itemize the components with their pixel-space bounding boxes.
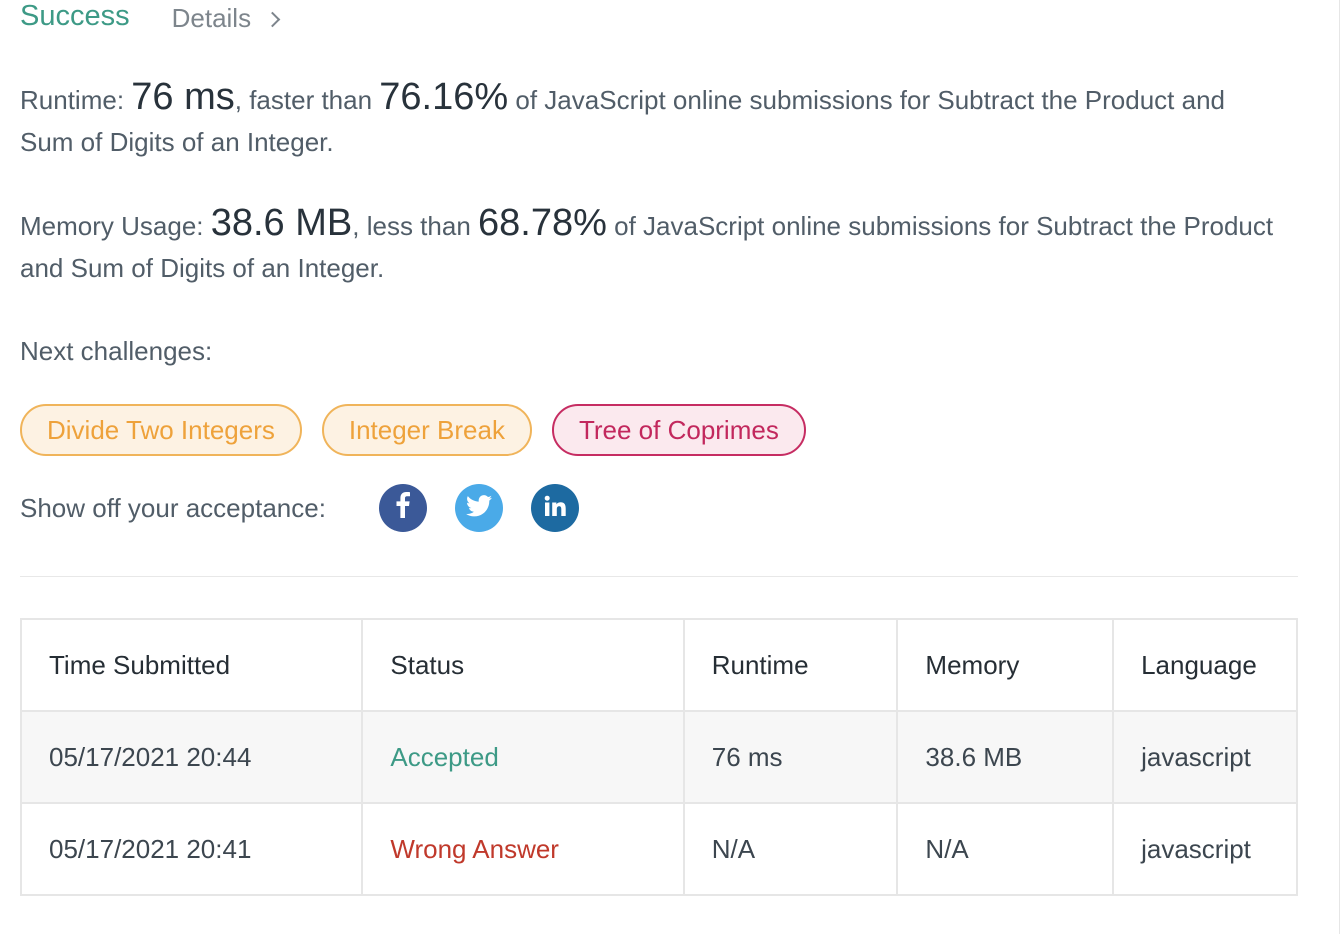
challenge-chip-tree-of-coprimes[interactable]: Tree of Coprimes [551, 404, 806, 456]
column-header-status: Status [361, 618, 685, 712]
challenge-chip-integer-break[interactable]: Integer Break [321, 404, 532, 456]
runtime-percent: 76.16% [379, 76, 509, 118]
cell-status-link[interactable]: Accepted [361, 710, 685, 804]
challenge-chip-divide-two-integers[interactable]: Divide Two Integers [20, 404, 302, 456]
runtime-comparison: , faster than [234, 85, 380, 115]
cell-language: javascript [1112, 710, 1298, 804]
cell-time-submitted: 05/17/2021 20:41 [19, 802, 364, 896]
column-header-memory: Memory [896, 618, 1115, 712]
runtime-stat: Runtime: 76 ms, faster than 76.16% of Ja… [20, 76, 1280, 163]
table-row: 05/17/2021 20:41 Wrong Answer N/A N/A ja… [19, 802, 1298, 896]
facebook-icon [396, 491, 410, 525]
result-status-title: Success [20, 0, 130, 32]
runtime-value: 76 ms [131, 76, 235, 118]
table-row: 05/17/2021 20:44 Accepted 76 ms 38.6 MB … [19, 710, 1298, 804]
chevron-right-icon [264, 11, 281, 27]
cell-runtime: 76 ms [682, 710, 899, 804]
column-header-time-submitted: Time Submitted [19, 618, 364, 712]
twitter-icon [465, 493, 492, 524]
twitter-share-button[interactable] [454, 484, 503, 532]
cell-status-link[interactable]: Wrong Answer [361, 802, 685, 896]
table-header-row: Time Submitted Status Runtime Memory Lan… [19, 618, 1298, 712]
result-header: Success Details [20, 0, 281, 36]
scroll-edge-divider [1339, 0, 1340, 934]
runtime-label: Runtime: [20, 85, 132, 115]
facebook-share-button[interactable] [378, 484, 427, 532]
cell-memory: 38.6 MB [896, 710, 1115, 804]
memory-label: Memory Usage: [20, 211, 211, 241]
column-header-runtime: Runtime [682, 618, 899, 712]
cell-time-submitted: 05/17/2021 20:44 [19, 710, 364, 804]
submission-result-page: Success Details Runtime: 76 ms, faster t… [0, 0, 1342, 934]
column-header-language: Language [1112, 618, 1298, 712]
section-divider [20, 576, 1298, 577]
submissions-table: Time Submitted Status Runtime Memory Lan… [19, 618, 1298, 896]
share-label: Show off your acceptance: [20, 492, 326, 523]
cell-language: javascript [1112, 802, 1298, 896]
linkedin-icon [544, 493, 566, 524]
details-link[interactable]: Details [171, 2, 281, 34]
next-challenges-label: Next challenges: [20, 336, 213, 366]
memory-comparison: , less than [352, 211, 478, 241]
memory-percent: 68.78% [478, 202, 607, 244]
linkedin-share-button[interactable] [530, 484, 579, 532]
cell-memory: N/A [896, 802, 1115, 896]
details-label: Details [171, 2, 252, 33]
memory-value: 38.6 MB [210, 202, 353, 244]
next-challenges-list: Divide Two Integers Integer Break Tree o… [20, 404, 806, 456]
cell-runtime: N/A [682, 802, 899, 896]
share-row: Show off your acceptance: [20, 484, 579, 532]
memory-stat: Memory Usage: 38.6 MB, less than 68.78% … [20, 202, 1280, 289]
